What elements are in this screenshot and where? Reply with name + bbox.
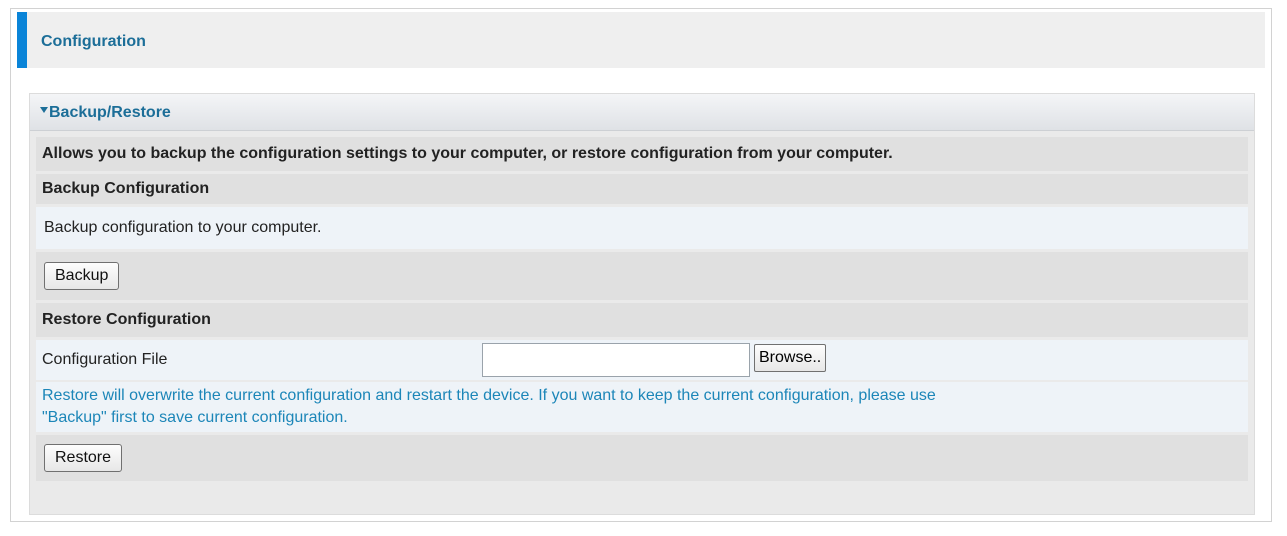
backup-heading: Backup Configuration — [42, 180, 210, 197]
section-description: Allows you to backup the configuration s… — [42, 145, 893, 162]
backup-description-row: Backup configuration to your computer. — [36, 207, 1248, 249]
restore-button-row: Restore — [36, 435, 1248, 481]
browse-button[interactable]: Browse.. — [754, 344, 827, 372]
description-row: Allows you to backup the configuration s… — [36, 137, 1248, 171]
restore-warning-line-1: Restore will overwrite the current confi… — [42, 387, 936, 404]
section-title: Backup/Restore — [49, 104, 171, 121]
restore-button[interactable]: Restore — [44, 444, 123, 472]
restore-warning-line-2: "Backup" first to save current configura… — [42, 409, 348, 426]
configuration-file-input[interactable] — [482, 343, 750, 377]
header-accent-bar — [17, 12, 27, 68]
backup-description: Backup configuration to your computer. — [44, 219, 322, 236]
restore-heading-row: Restore Configuration — [36, 303, 1248, 337]
backup-heading-row: Backup Configuration — [36, 174, 1248, 204]
restore-warning: Restore will overwrite the current confi… — [42, 385, 936, 429]
backup-button-row: Backup — [36, 252, 1248, 300]
backup-restore-section-header[interactable]: Backup/Restore — [30, 94, 1254, 131]
configuration-file-row: Configuration File Browse.. — [36, 340, 1248, 380]
configuration-header: Configuration — [17, 12, 1265, 68]
restore-heading: Restore Configuration — [42, 311, 211, 328]
configuration-file-label: Configuration File — [42, 351, 168, 368]
restore-warning-row: Restore will overwrite the current confi… — [36, 382, 1248, 432]
page-title: Configuration — [41, 33, 146, 50]
backup-button[interactable]: Backup — [44, 262, 120, 290]
configuration-page: Configuration Backup/Restore Allows you … — [10, 8, 1272, 522]
backup-restore-panel: Backup/Restore Allows you to backup the … — [29, 93, 1255, 515]
collapse-arrow-icon[interactable] — [40, 107, 48, 113]
